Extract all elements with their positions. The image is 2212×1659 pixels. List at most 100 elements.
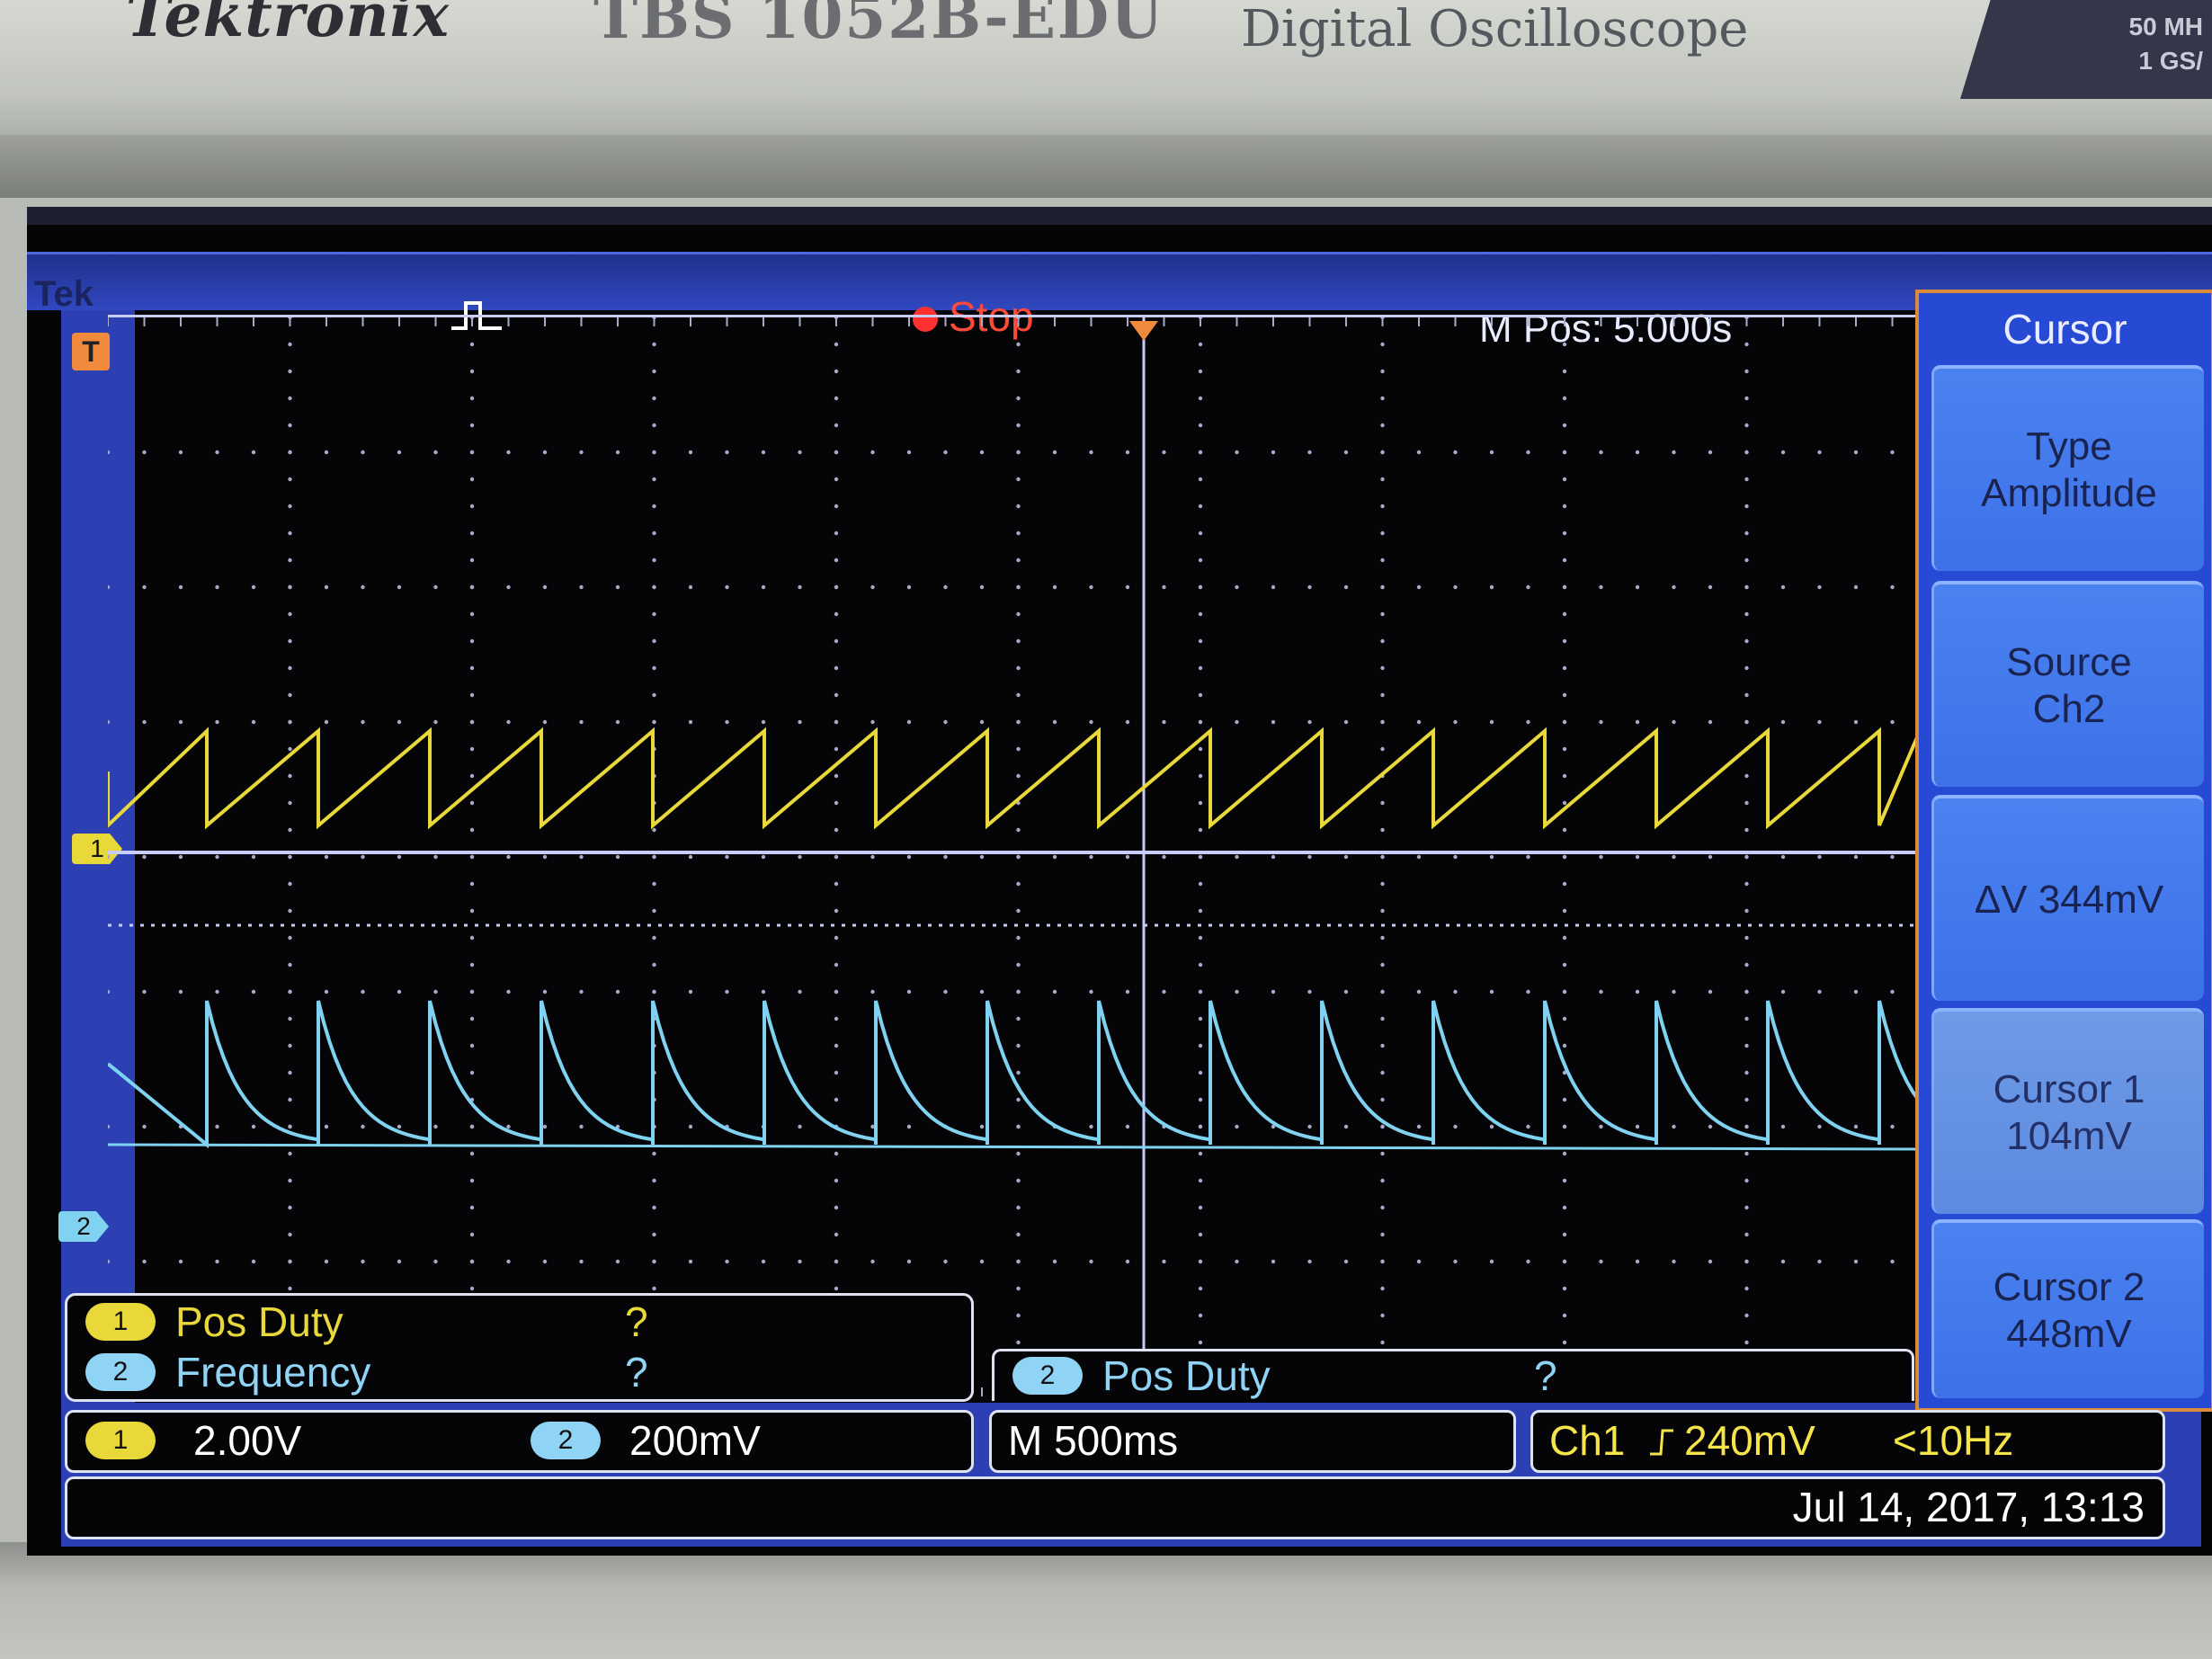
cursor-2-button[interactable]: Cursor 2 448mV <box>1931 1219 2204 1398</box>
grid-dot <box>1343 450 1349 455</box>
grid-dot <box>798 450 802 455</box>
grid-dot <box>1744 989 1749 995</box>
grid-dot <box>1453 450 1458 455</box>
grid-dot <box>1307 584 1312 590</box>
grid-dot <box>1744 1178 1749 1183</box>
grid-dot <box>1562 1205 1567 1210</box>
grid-dot <box>142 1259 147 1264</box>
grid-dot <box>834 1259 839 1264</box>
grid-dot <box>834 557 839 563</box>
grid-dot <box>1744 800 1749 806</box>
grid-dot <box>834 719 839 725</box>
grid-dot <box>288 1016 292 1021</box>
grid-dot <box>1453 1124 1458 1129</box>
grid-dot <box>1307 854 1312 860</box>
grid-dot <box>1453 719 1458 725</box>
grid-dot <box>469 611 475 617</box>
grid-dot <box>1380 1259 1385 1264</box>
grid-dot <box>1562 1124 1567 1129</box>
grid-dot <box>397 450 402 455</box>
grid-dot <box>834 369 839 374</box>
instrument-bezel-bottom <box>0 1542 2212 1659</box>
measurement-label: Pos Duty <box>1102 1352 1271 1399</box>
grid-dot <box>1089 450 1093 455</box>
grid-dot <box>542 450 548 455</box>
grid-dot <box>288 1070 292 1075</box>
grid-dot <box>1380 423 1385 428</box>
grid-dot <box>579 719 584 725</box>
grid-dot <box>506 1124 511 1129</box>
ch2-badge: 2 <box>1012 1357 1083 1395</box>
grid-dot <box>834 611 839 617</box>
grid-dot <box>834 1232 839 1237</box>
grid-dot <box>251 584 256 590</box>
grid-dot <box>1672 450 1676 455</box>
grid-dot <box>834 1178 839 1183</box>
grid-dot <box>1562 962 1567 968</box>
grid-dot <box>1562 638 1567 644</box>
grid-dot <box>178 584 183 590</box>
grid-dot <box>1562 557 1567 563</box>
grid-dot <box>652 369 656 374</box>
grid-dot <box>725 584 729 590</box>
cursor-1-button[interactable]: Cursor 1 104mV <box>1931 1008 2204 1214</box>
menu-button-line2: Amplitude <box>1981 470 2157 515</box>
instrument-bezel-top: Tektronix TBS 1052B-EDU Digital Oscillos… <box>0 0 2212 135</box>
grid-dot <box>1562 854 1567 860</box>
grid-dot <box>469 962 475 968</box>
grid-dot <box>1817 1259 1822 1264</box>
grid-dot <box>798 584 802 590</box>
grid-dot <box>1672 719 1676 725</box>
grid-dot <box>1198 1178 1203 1183</box>
grid-dot <box>1635 854 1640 860</box>
vertical-scale-readout: 1 2.00V 2 200mV <box>65 1410 974 1473</box>
grid-dot <box>979 854 985 860</box>
grid-dot <box>1380 396 1385 401</box>
grid-dot <box>1744 935 1749 941</box>
grid-dot <box>397 719 402 725</box>
grid-dot <box>1089 1259 1093 1264</box>
grid-dot <box>1744 962 1749 968</box>
grid-dot <box>1562 1286 1567 1291</box>
brand-logo: Tektronix <box>126 0 450 50</box>
grid-dot <box>1744 477 1749 482</box>
grid-dot <box>1562 1151 1567 1156</box>
grid-dot <box>361 989 365 995</box>
grid-dot <box>1890 719 1895 725</box>
timebase-readout: M 500ms <box>989 1410 1516 1473</box>
grid-dot <box>1744 504 1749 509</box>
grid-dot <box>288 396 292 401</box>
grid-dot <box>1271 719 1276 725</box>
grid-dot <box>1817 854 1822 860</box>
grid-dot <box>1562 1043 1567 1048</box>
grid-dot <box>469 1259 475 1264</box>
grid-dot <box>1016 665 1021 671</box>
grid-dot <box>469 638 475 644</box>
measurement-panel-left: 1 Pos Duty ? 2 Frequency ? <box>65 1293 974 1402</box>
grid-dot <box>433 854 438 860</box>
cursor-source-button[interactable]: Source Ch2 <box>1931 581 2204 787</box>
grid-dot <box>178 1259 183 1264</box>
grid-dot <box>1635 1124 1640 1129</box>
grid-dot <box>1089 584 1093 590</box>
grid-dot <box>1489 854 1494 860</box>
grid-dot <box>834 746 839 752</box>
grid-dot <box>1052 1259 1057 1264</box>
delta-v-readout-button[interactable]: ΔV 344mV <box>1931 795 2204 1001</box>
grid-dot <box>469 773 475 779</box>
grid-dot <box>288 827 292 833</box>
grid-dot <box>1416 719 1422 725</box>
grid-dot <box>469 1124 475 1129</box>
grid-dot <box>652 1178 656 1183</box>
grid-dot <box>1380 1016 1385 1021</box>
grid-dot <box>1744 719 1749 725</box>
grid-dot <box>1708 450 1713 455</box>
grid-dot <box>1562 396 1567 401</box>
grid-dot <box>1271 1259 1276 1264</box>
cursor-type-button[interactable]: Type Amplitude <box>1931 365 2204 571</box>
grid-dot <box>397 1259 402 1264</box>
grid-dot <box>1599 854 1603 860</box>
grid-dot <box>1562 1016 1567 1021</box>
grid-dot <box>361 584 365 590</box>
grid-dot <box>1890 854 1895 860</box>
